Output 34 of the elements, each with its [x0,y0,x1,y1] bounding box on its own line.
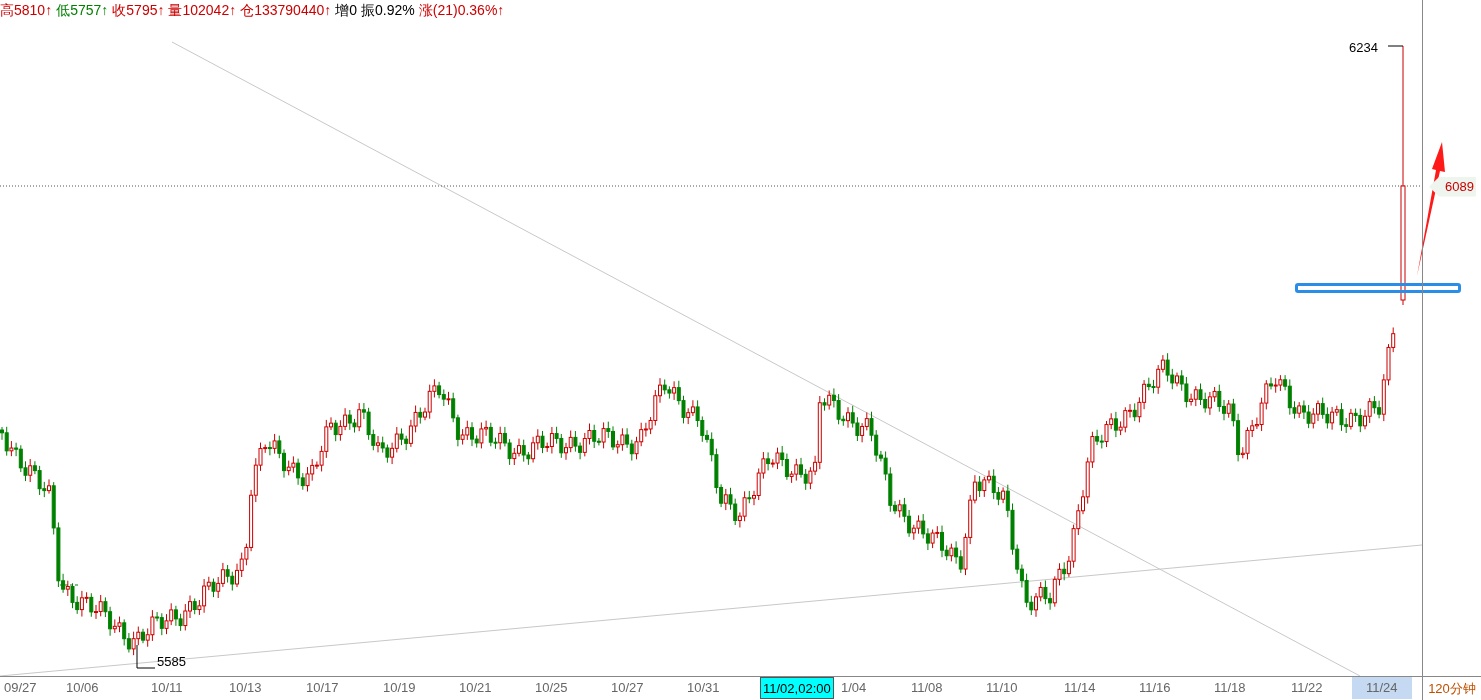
date-label: 1/04 [840,679,868,697]
date-label: 10/06 [65,679,100,697]
quote-text: 仓133790440↑ [240,1,332,20]
date-label: 11/16 [1138,679,1172,697]
date-label: 11/14 [1063,679,1097,697]
price-tag: 6089 [1429,177,1476,197]
quote-text: 量102042↑ [168,1,237,20]
period-label: 120分钟 [1428,679,1476,698]
date-label: 11/18 [1213,679,1247,697]
date-label: 10/27 [610,679,645,697]
high-price-label: 6234 [1349,39,1378,57]
leader-line [136,644,156,669]
quote-text: 涨(21)0.36%↑ [418,1,505,20]
date-label: 11/08 [910,679,944,697]
quote-text: 振0.92% [361,1,415,20]
date-label: 10/13 [228,679,263,697]
date-label: 10/31 [686,679,721,697]
date-label: 09/27 [3,679,38,697]
date-label: 11/24 [1352,677,1412,699]
cursor-time-label: 11/02,02:00 [760,677,834,699]
date-label: 10/11 [150,679,184,697]
date-label: 11/10 [985,679,1019,697]
quote-text: 低5757↑ [56,1,109,20]
low-price-label: 5585 [157,653,186,671]
price-marker [59,584,79,586]
date-label: 10/19 [382,679,417,697]
quote-text: 收5795↑ [112,1,165,20]
date-label: 10/25 [534,679,569,697]
leader-line [1387,45,1404,47]
date-label: 10/17 [305,679,340,697]
date-label: 10/21 [458,679,493,697]
date-label: 11/22 [1290,679,1324,697]
quote-text: 高5810↑ [0,1,53,20]
quote-text: 增0 [335,1,358,20]
